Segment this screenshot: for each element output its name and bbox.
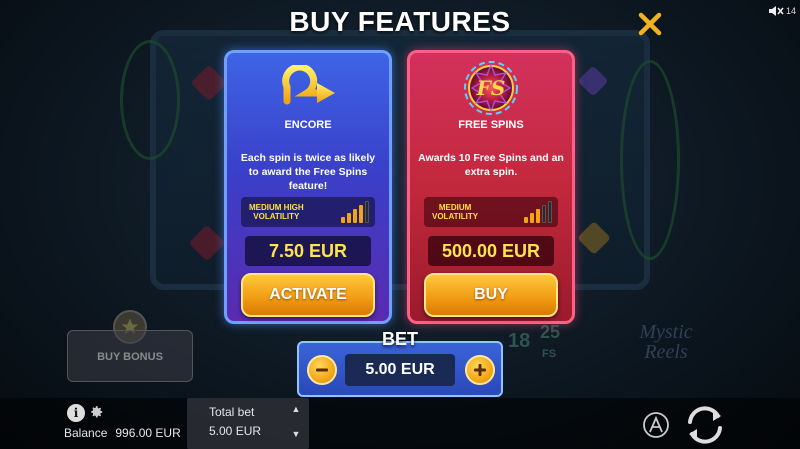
feature-price: 7.50 EUR xyxy=(245,236,371,266)
total-bet-label: Total bet xyxy=(209,405,255,419)
close-button[interactable] xyxy=(632,6,668,42)
balance-label: Balance xyxy=(64,426,108,440)
logo-line: Reels xyxy=(644,341,688,363)
volatility-bar xyxy=(524,217,528,223)
speaker-muted-icon xyxy=(769,6,784,16)
plus-icon xyxy=(474,364,486,376)
background-fs-number: 25 xyxy=(540,322,561,342)
card-description: Each spin is twice as likely to award th… xyxy=(240,152,376,192)
encore-arrow-icon xyxy=(278,65,335,105)
close-x-icon xyxy=(638,12,662,36)
bet-label: BET xyxy=(382,329,418,349)
buy-bonus-button: BUY BONUS xyxy=(67,330,193,382)
bottom-bar xyxy=(0,398,800,449)
background-fs-number: 18 xyxy=(508,330,531,352)
volatility-bars xyxy=(524,201,552,223)
background-vine xyxy=(620,60,680,260)
autoplay-icon[interactable] xyxy=(641,410,671,440)
card-description: Awards 10 Free Spins and an extra spin. xyxy=(418,152,564,178)
spin-icon[interactable] xyxy=(682,402,728,448)
svg-text:FS: FS xyxy=(476,76,506,100)
total-bet-up-arrow-icon[interactable]: ▲ xyxy=(290,404,302,414)
volatility-bar xyxy=(530,213,534,223)
volatility-label: MEDIUM HIGH VOLATILITY xyxy=(249,203,304,221)
total-bet-value: 5.00 EUR xyxy=(209,424,262,438)
bet-increase-button[interactable] xyxy=(465,355,495,385)
volatility-bar xyxy=(542,205,546,223)
bet-value: 5.00 EUR xyxy=(345,354,455,386)
bet-decrease-button[interactable] xyxy=(307,355,337,385)
buy-button[interactable]: BUY xyxy=(424,273,558,317)
total-bet-down-arrow-icon[interactable]: ▼ xyxy=(290,429,302,439)
volatility-indicator: MEDIUM VOLATILITY xyxy=(424,197,558,227)
volatility-label: MEDIUM VOLATILITY xyxy=(432,203,479,221)
volatility-bar xyxy=(341,217,345,223)
encore-card: ENCORE Each spin is twice as likely to a… xyxy=(224,50,392,324)
free-spins-card: FS FREE SPINS Awards 10 Free Spins and a… xyxy=(407,50,575,324)
feature-price: 500.00 EUR xyxy=(428,236,554,266)
volatility-bars xyxy=(341,201,369,223)
balance-display: Balance 996.00 EUR xyxy=(64,426,181,440)
gear-icon[interactable] xyxy=(90,405,104,419)
total-bet-box: Total bet 5.00 EUR ▲ ▼ xyxy=(187,398,309,449)
background-vine xyxy=(120,40,180,160)
minus-icon xyxy=(316,368,328,372)
encore-icon-wrap xyxy=(227,59,389,117)
sound-label: 14 xyxy=(786,6,797,16)
volatility-bar xyxy=(353,209,357,223)
sound-toggle[interactable]: 14 xyxy=(768,2,800,20)
page-title: BUY FEATURES xyxy=(289,6,511,37)
info-icon[interactable]: i xyxy=(67,404,85,422)
balance-value: 996.00 EUR xyxy=(115,426,181,440)
fs-icon-wrap: FS xyxy=(410,59,572,117)
volatility-indicator: MEDIUM HIGH VOLATILITY xyxy=(241,197,375,227)
volatility-bar xyxy=(359,205,363,223)
volatility-bar xyxy=(365,201,369,223)
volatility-bar xyxy=(548,201,552,223)
fs-badge-icon: FS xyxy=(464,61,518,115)
card-title: FREE SPINS xyxy=(458,119,524,131)
volatility-bar xyxy=(347,213,351,223)
volatility-bar xyxy=(536,209,540,223)
logo-line: Mystic xyxy=(639,321,693,343)
background-game-logo: Mystic Reels xyxy=(606,322,726,362)
background-fs-label: FS xyxy=(542,348,557,360)
activate-button[interactable]: ACTIVATE xyxy=(241,273,375,317)
card-title: ENCORE xyxy=(284,119,332,131)
